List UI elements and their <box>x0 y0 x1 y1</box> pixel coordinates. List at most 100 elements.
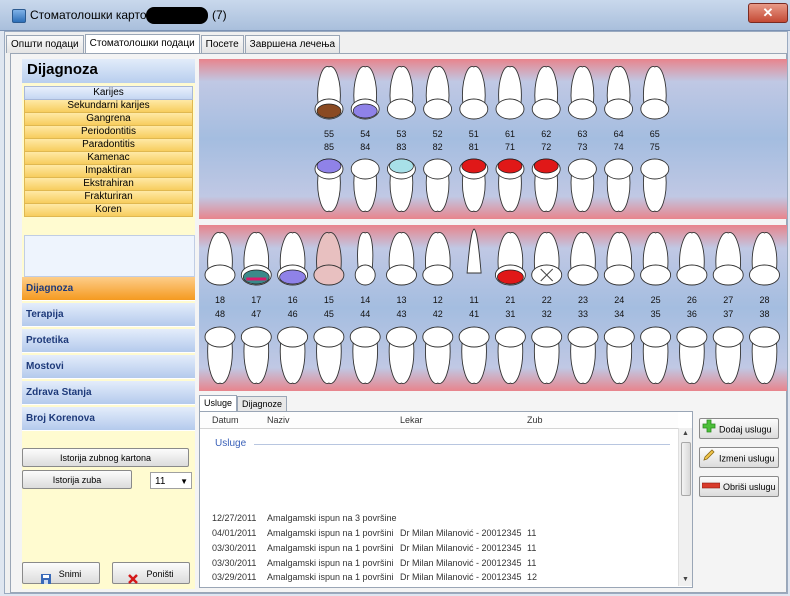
tooth-select[interactable]: 11 ▼ <box>150 472 192 489</box>
tooth-mark <box>316 103 342 119</box>
cell-doctor: Dr Milan Milanović - 20012345 <box>400 528 522 538</box>
diagnosis-item[interactable]: Sekundarni karijes <box>24 100 193 113</box>
sidebar-title: Dijagnoza <box>27 61 98 78</box>
tooth-crown <box>531 98 561 120</box>
tab-dental-data[interactable]: Стоматолошки подаци <box>84 34 200 53</box>
group-row-services[interactable]: Usluge <box>215 438 246 449</box>
diagnosis-item[interactable]: Frakturiran <box>24 191 193 204</box>
window-title: Стоматолошки картон - <box>30 8 161 22</box>
cell-tooth: 11 <box>527 528 537 538</box>
scrollbar-thumb[interactable] <box>681 442 691 496</box>
history-card-button[interactable]: Istorija zubnog kartona <box>22 448 189 467</box>
tooth-number-label: 74 <box>614 142 624 152</box>
tooth-number-label: 84 <box>360 142 370 152</box>
edit-service-label: Izmeni uslugu <box>719 453 775 464</box>
save-button-label: Snimi <box>58 569 82 579</box>
tooth-number-label: 61 <box>505 129 515 139</box>
tooth-crown <box>712 326 744 348</box>
tab-general[interactable]: Општи подаци <box>6 35 84 53</box>
minus-icon <box>701 477 721 498</box>
tooth-crown <box>640 326 672 348</box>
cell-name: Amalgamski ispun na 1 površini <box>267 558 394 568</box>
diagnosis-item[interactable]: Koren <box>24 204 193 217</box>
tooth-number-label: 71 <box>505 142 515 152</box>
tab-diagnoses[interactable]: Dijagnoze <box>237 396 288 412</box>
edit-service-button[interactable]: Izmeni uslugu <box>699 447 779 468</box>
column-header-doctor[interactable]: Lekar <box>400 415 423 425</box>
tooth-crown <box>204 264 236 286</box>
tooth-number-label: 63 <box>577 129 587 139</box>
cell-date: 12/27/2011 <box>212 513 257 523</box>
tab-visits[interactable]: Посете <box>200 35 244 53</box>
table-row[interactable]: 03/30/2011 Amalgamski ispun na 1 površin… <box>200 543 678 555</box>
cancel-button[interactable]: Poništi <box>112 562 190 584</box>
add-service-button[interactable]: Dodaj uslugu <box>699 418 779 439</box>
tooth-crown <box>386 98 416 120</box>
pencil-icon <box>702 448 716 470</box>
tab-services[interactable]: Usluge <box>199 395 238 412</box>
column-header-tooth[interactable]: Zub <box>527 415 543 425</box>
diagnosis-item[interactable]: Karijes <box>24 86 193 100</box>
tooth-crown <box>531 326 563 348</box>
dental-chart: 55 54 53 52 51 61 62 63 64 65 85 84 83 8… <box>199 59 787 391</box>
tooth-number-label: 82 <box>433 142 443 152</box>
floppy-disk-icon <box>40 570 51 584</box>
category-prosthetics[interactable]: Protetika <box>22 329 195 353</box>
tooth-number-label: 31 <box>505 309 515 319</box>
category-bridges[interactable]: Mostovi <box>22 355 195 379</box>
tooth-mark <box>461 158 487 174</box>
diagnosis-list: Karijes Sekundarni karijes Gangrena Peri… <box>24 86 193 217</box>
tooth-number-label: 48 <box>215 309 225 319</box>
tab-completed-treatments[interactable]: Завршена лечења <box>244 35 341 53</box>
tooth-crown <box>567 158 597 180</box>
table-row[interactable]: 04/01/2011 Amalgamski ispun na 1 površin… <box>200 528 678 540</box>
tooth-number-label: 81 <box>469 142 479 152</box>
diagnosis-item[interactable]: Paradontitis <box>24 139 193 152</box>
diagnosis-item[interactable]: Kamenac <box>24 152 193 165</box>
diagnosis-item[interactable]: Periodontitis <box>24 126 193 139</box>
tooth-number-label: 38 <box>759 309 769 319</box>
table-row[interactable]: 03/29/2011 Amalgamski ispun na 1 površin… <box>200 572 678 584</box>
column-header-name[interactable]: Naziv <box>267 415 290 425</box>
table-row[interactable]: 03/30/2011 Amalgamski ispun na 1 površin… <box>200 558 678 570</box>
category-root-count[interactable]: Broj Korenova <box>22 407 195 431</box>
tooth-mark <box>352 103 378 119</box>
tooth-number-label: 44 <box>360 309 370 319</box>
diagnosis-item[interactable]: Ekstrahiran <box>24 178 193 191</box>
tooth-crown <box>676 264 708 286</box>
category-diagnosis[interactable]: Dijagnoza <box>22 277 195 301</box>
plus-icon <box>702 419 716 441</box>
diagnosis-item[interactable]: Impaktiran <box>24 165 193 178</box>
category-therapy[interactable]: Terapija <box>22 303 195 327</box>
tooth-number-label: 85 <box>324 142 334 152</box>
tooth-number-label: 46 <box>288 309 298 319</box>
tooth-crown <box>567 264 599 286</box>
table-row[interactable]: 12/27/2011 Amalgamski ispun na 3 površin… <box>200 513 678 525</box>
category-healthy-states[interactable]: Zdrava Stanja <box>22 381 195 405</box>
save-button[interactable]: Snimi <box>22 562 100 584</box>
table-scrollbar[interactable]: ▲ ▼ <box>678 428 692 586</box>
tooth-number-label: 18 <box>215 295 225 305</box>
delete-service-button[interactable]: Obriši uslugu <box>699 476 779 497</box>
cell-doctor: Dr Milan Milanović - 20012345 <box>400 543 522 553</box>
column-header-date[interactable]: Datum <box>212 415 239 425</box>
tooth-mark <box>242 269 270 285</box>
tooth-number-label: 33 <box>578 309 588 319</box>
tooth-number-label: 42 <box>433 309 443 319</box>
cell-date: 03/30/2011 <box>212 543 257 553</box>
scroll-up-icon[interactable]: ▲ <box>679 428 692 440</box>
tooth-mark <box>497 158 523 174</box>
tooth-crown <box>640 158 670 180</box>
cancel-x-icon <box>128 570 139 584</box>
tooth-crown <box>603 264 635 286</box>
tooth-history-button[interactable]: Istorija zuba <box>22 470 132 489</box>
close-button[interactable]: ✕ <box>748 3 788 23</box>
tooth-root <box>357 232 374 270</box>
scroll-down-icon[interactable]: ▼ <box>679 574 692 586</box>
tooth-number-label: 72 <box>541 142 551 152</box>
window-title-suffix: (7) <box>212 8 227 22</box>
tooth-mark <box>497 269 524 285</box>
tooth-number-label: 35 <box>651 309 661 319</box>
diagnosis-item[interactable]: Gangrena <box>24 113 193 126</box>
cell-tooth: 11 <box>527 558 537 568</box>
